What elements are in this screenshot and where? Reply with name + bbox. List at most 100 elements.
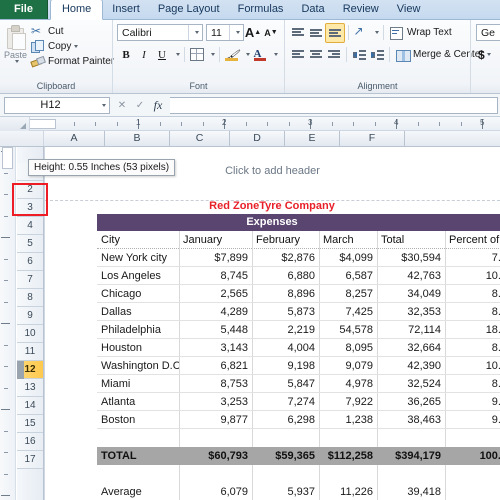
vruler-margin-bar[interactable] bbox=[2, 147, 13, 169]
row-header-17[interactable]: 17 bbox=[17, 451, 43, 469]
tab-data[interactable]: Data bbox=[292, 0, 333, 19]
cancel-formula-button[interactable]: ✕ bbox=[113, 97, 131, 113]
cell-jan[interactable]: 4,289 bbox=[179, 303, 252, 321]
fill-color-button[interactable]: 🖌 bbox=[223, 46, 241, 64]
cell-tot[interactable]: 32,524 bbox=[377, 375, 445, 393]
tab-view[interactable]: View bbox=[388, 0, 430, 19]
cell-jan[interactable]: 3,143 bbox=[179, 339, 252, 357]
column-header-a[interactable]: A bbox=[44, 131, 105, 146]
cell-pct[interactable]: 9.80% bbox=[445, 411, 500, 429]
cell-city[interactable]: New York city bbox=[97, 249, 179, 267]
select-all-button[interactable] bbox=[0, 117, 30, 131]
font-color-button[interactable]: A bbox=[251, 46, 269, 64]
row-header-14[interactable]: 14 bbox=[17, 397, 43, 415]
cell-pct[interactable]: 7.80% bbox=[445, 249, 500, 267]
formula-input[interactable] bbox=[170, 96, 498, 114]
cell-mar[interactable]: 8,095 bbox=[319, 339, 377, 357]
cell-mar[interactable]: 4,978 bbox=[319, 375, 377, 393]
table-row-total[interactable]: TOTAL$60,793$59,365$112,258$394,179100.0… bbox=[97, 447, 500, 465]
font-name-combo[interactable]: Calibri bbox=[117, 24, 203, 41]
cell-feb[interactable]: 5,847 bbox=[252, 375, 319, 393]
table-row-new-york-city[interactable]: New York city$7,899$2,876$4,099$30,5947.… bbox=[97, 249, 500, 267]
cell-jan[interactable]: 3,253 bbox=[179, 393, 252, 411]
insert-function-button[interactable]: fx bbox=[149, 97, 167, 113]
tab-formulas[interactable]: Formulas bbox=[229, 0, 293, 19]
table-row-chicago[interactable]: Chicago2,5658,8968,25734,0498.60%low bbox=[97, 285, 500, 303]
tab-home[interactable]: Home bbox=[49, 0, 104, 20]
cell-mar[interactable]: 1,238 bbox=[319, 411, 377, 429]
column-label-tot[interactable]: Total bbox=[377, 231, 445, 249]
column-label-pct[interactable]: Percent of total bbox=[445, 231, 500, 249]
orientation-button[interactable] bbox=[352, 24, 370, 42]
row-header-15[interactable]: 15 bbox=[17, 415, 43, 433]
cell-tot[interactable]: 32,353 bbox=[377, 303, 445, 321]
chevron-down-icon[interactable] bbox=[188, 25, 201, 40]
cell-city[interactable]: Los Angeles bbox=[97, 267, 179, 285]
row-header-13[interactable]: 13 bbox=[17, 379, 43, 397]
cell-city[interactable]: Chicago bbox=[97, 285, 179, 303]
cell-jan[interactable]: 8,745 bbox=[179, 267, 252, 285]
cell-pct[interactable]: 100.00% bbox=[445, 447, 500, 465]
cell-tot[interactable]: 42,390 bbox=[377, 357, 445, 375]
column-label-feb[interactable]: February bbox=[252, 231, 319, 249]
cell-pct[interactable]: 8.60% bbox=[445, 285, 500, 303]
row-header-9[interactable]: 9 bbox=[17, 307, 43, 325]
cell-mar[interactable]: 6,587 bbox=[319, 267, 377, 285]
increase-indent-button[interactable] bbox=[368, 46, 386, 64]
cell-jan[interactable]: 6,079 bbox=[179, 483, 252, 500]
column-header-c[interactable]: C bbox=[170, 131, 230, 146]
row-header-11[interactable]: 11 bbox=[17, 343, 43, 361]
table-row-washington-d-c[interactable]: Washington D.C6,8219,1989,07942,39010.80… bbox=[97, 357, 500, 375]
cell-pct[interactable]: 8.30% bbox=[445, 375, 500, 393]
cell-pct[interactable]: 10.80% bbox=[445, 267, 500, 285]
format-painter-button[interactable]: Format Painter bbox=[27, 54, 117, 69]
row-header-6[interactable]: 6 bbox=[17, 253, 43, 271]
cell-city[interactable]: Miami bbox=[97, 375, 179, 393]
cell-pct[interactable]: 8.30% bbox=[445, 339, 500, 357]
spacer-row[interactable] bbox=[97, 465, 500, 483]
underline-button[interactable]: U bbox=[153, 46, 171, 64]
cell-city[interactable]: Houston bbox=[97, 339, 179, 357]
cell-jan[interactable]: $7,899 bbox=[179, 249, 252, 267]
tab-review[interactable]: Review bbox=[334, 0, 388, 19]
cell-pct[interactable]: 18.30% bbox=[445, 321, 500, 339]
cell-jan[interactable]: $60,793 bbox=[179, 447, 252, 465]
cell-feb[interactable]: 7,274 bbox=[252, 393, 319, 411]
spacer-row[interactable] bbox=[97, 429, 500, 447]
column-header-d[interactable]: D bbox=[230, 131, 285, 146]
align-middle-button[interactable] bbox=[307, 24, 325, 42]
grow-font-button[interactable]: A ▲ bbox=[244, 24, 262, 42]
cell-tot[interactable]: $394,179 bbox=[377, 447, 445, 465]
cell-tot[interactable]: 34,049 bbox=[377, 285, 445, 303]
cell-mar[interactable]: 9,079 bbox=[319, 357, 377, 375]
table-row[interactable]: Red ZoneTyre Company bbox=[97, 198, 500, 214]
chevron-down-icon[interactable] bbox=[96, 103, 109, 107]
cell-city[interactable]: Average bbox=[97, 483, 179, 500]
cell-mar[interactable]: 54,578 bbox=[319, 321, 377, 339]
cell-feb[interactable]: $2,876 bbox=[252, 249, 319, 267]
name-box[interactable]: H12 bbox=[4, 96, 110, 114]
table-row[interactable]: Expenses bbox=[97, 214, 500, 231]
column-label-jan[interactable]: January bbox=[179, 231, 252, 249]
cell-mar[interactable]: 8,257 bbox=[319, 285, 377, 303]
row-header-16[interactable]: 16 bbox=[17, 433, 43, 451]
align-bottom-button[interactable] bbox=[325, 22, 345, 43]
cell-tot[interactable]: 42,763 bbox=[377, 267, 445, 285]
row-resize-handle[interactable] bbox=[17, 361, 24, 379]
cell-feb[interactable]: 6,298 bbox=[252, 411, 319, 429]
worksheet-page[interactable]: Click to add header Red ZoneTyre Company… bbox=[44, 147, 500, 500]
row-header-10[interactable]: 10 bbox=[17, 325, 43, 343]
cell-jan[interactable]: 5,448 bbox=[179, 321, 252, 339]
row-header-7[interactable]: 7 bbox=[17, 271, 43, 289]
table-row-houston[interactable]: Houston3,1434,0048,09532,6648.30%low bbox=[97, 339, 500, 357]
row-header-8[interactable]: 8 bbox=[17, 289, 43, 307]
enter-formula-button[interactable]: ✓ bbox=[131, 97, 149, 113]
orientation-dropdown[interactable] bbox=[370, 24, 380, 42]
table-row-boston[interactable]: Boston9,8776,2981,23838,4639.80%low bbox=[97, 411, 500, 429]
align-left-button[interactable] bbox=[289, 46, 307, 64]
cell-jan[interactable]: 8,753 bbox=[179, 375, 252, 393]
cell-city[interactable]: Atlanta bbox=[97, 393, 179, 411]
cell-tot[interactable]: 39,418 bbox=[377, 483, 445, 500]
column-header-f[interactable]: F bbox=[340, 131, 405, 146]
worksheet-title[interactable]: Red ZoneTyre Company bbox=[97, 198, 447, 215]
